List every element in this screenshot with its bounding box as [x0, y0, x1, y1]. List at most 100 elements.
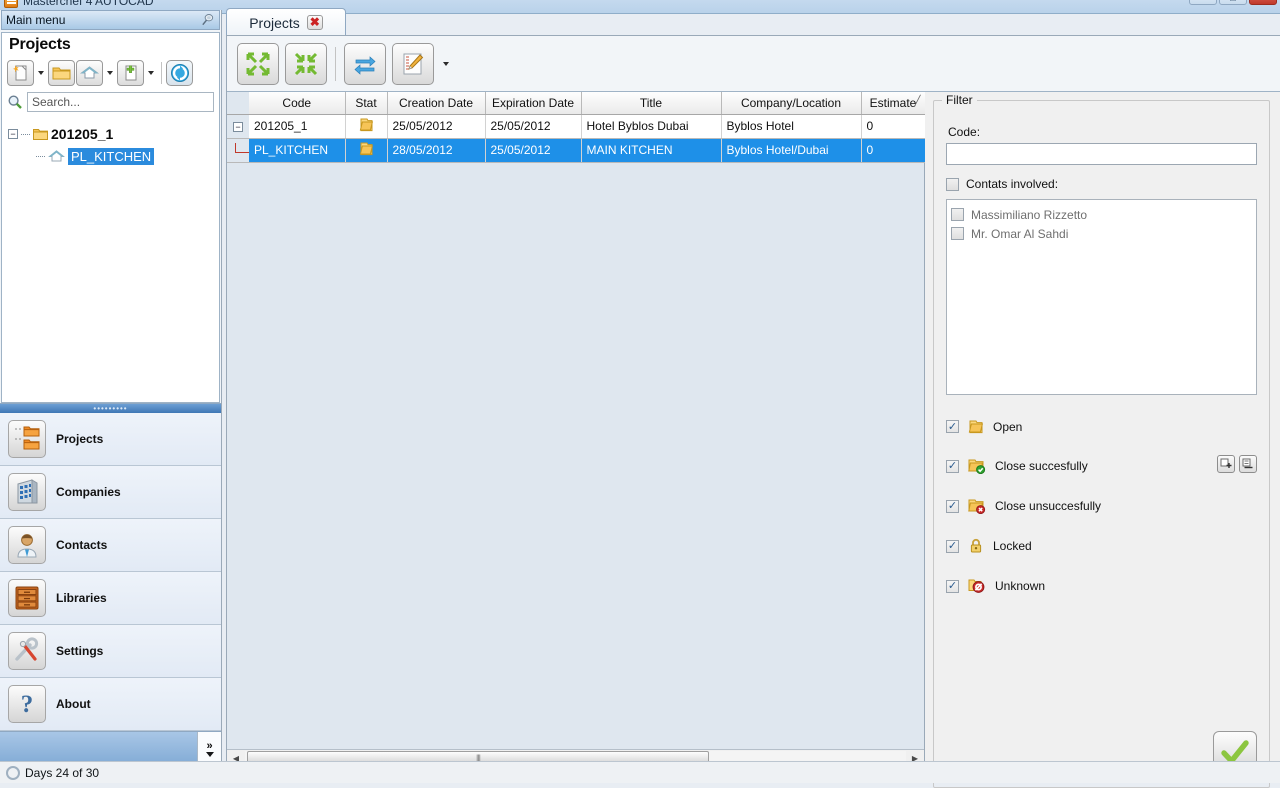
close-icon[interactable]: ✖ [306, 15, 323, 30]
search-row [1, 89, 220, 115]
row-expander-cell[interactable]: − [227, 114, 249, 139]
add-button[interactable] [117, 59, 144, 86]
sidebar-item-contacts[interactable]: Contacts [0, 519, 221, 572]
toolbar-separator [335, 46, 336, 81]
row-expander[interactable]: − [233, 122, 243, 133]
window-controls: – □ ✕ [1189, 0, 1277, 5]
refresh-button[interactable] [166, 59, 193, 86]
grid-and-filter: Code Stat Creation Date Expiration Date … [227, 92, 1280, 788]
close-successfully-checkbox[interactable]: ✓ [946, 459, 959, 473]
sidebar-item-label: About [56, 697, 91, 711]
add-dropdown[interactable] [145, 60, 157, 86]
select-all-button[interactable] [1217, 455, 1235, 474]
status-label: Close unsuccesfully [995, 499, 1102, 514]
contacts-list[interactable]: ✓ Massimiliano Rizzetto ✓ Mr. Omar Al Sa… [946, 199, 1257, 396]
list-item[interactable]: ✓ Massimiliano Rizzetto [951, 205, 1252, 224]
edit-dropdown[interactable] [440, 51, 452, 77]
collapse-all-button[interactable] [285, 42, 327, 85]
tree-expander[interactable]: − [8, 129, 18, 139]
home-button[interactable] [76, 59, 103, 86]
minimize-button[interactable]: – [1189, 0, 1217, 5]
projects-main-toolbar [227, 36, 1280, 93]
tree-node-root[interactable]: − 201205_1 [8, 123, 219, 145]
column-header-company-location[interactable]: Company/Location [721, 92, 862, 115]
locked-checkbox[interactable]: ✓ [946, 539, 959, 553]
main-menu-bar[interactable]: Main menu [1, 10, 220, 30]
home-dropdown[interactable] [104, 60, 116, 86]
close-unsuccessfully-checkbox[interactable]: ✓ [946, 499, 959, 513]
list-item[interactable]: ✓ Mr. Omar Al Sahdi [951, 224, 1252, 243]
maximize-button[interactable]: □ [1219, 0, 1247, 5]
folder-open-icon [968, 420, 984, 434]
cell-estimate: 0 [861, 138, 926, 163]
sidebar-nav: ••••••••• Projects Companies Contacts Li… [0, 403, 221, 768]
tree-connector-icon [235, 142, 249, 153]
cabinet-icon [8, 579, 46, 617]
deselect-all-button[interactable] [1239, 455, 1257, 474]
arrows-collapse-icon [294, 52, 318, 75]
projects-grid-pane: Code Stat Creation Date Expiration Date … [227, 92, 926, 766]
expand-all-button[interactable] [237, 42, 279, 85]
folder-check-icon [968, 459, 986, 475]
column-header-expiration-date[interactable]: Expiration Date [485, 92, 582, 115]
table-row[interactable]: − 201205_1 25/05/2012 25/05/2012 Hotel B… [227, 114, 926, 139]
tab-projects[interactable]: Projects ✖ [226, 8, 346, 36]
select-all-icon [1220, 458, 1232, 469]
sidebar-item-about[interactable]: ? About [0, 678, 221, 731]
tree-connector [36, 155, 45, 157]
status-filter-close-unsuccessfully[interactable]: ✓ Close unsuccesfully [946, 498, 1257, 515]
new-project-dropdown[interactable] [35, 60, 47, 86]
open-checkbox[interactable]: ✓ [946, 420, 959, 434]
folder-error-icon [968, 499, 986, 515]
column-header-creation-date[interactable]: Creation Date [387, 92, 486, 115]
status-filter-open[interactable]: ✓ Open [946, 419, 1257, 434]
application-window: Masterchef 4 AUTOCAD – □ ✕ Main menu Pro… [0, 0, 1280, 788]
open-folder-button[interactable] [48, 59, 75, 86]
tree-node-child[interactable]: PL_KITCHEN [8, 145, 219, 167]
home-icon [80, 65, 99, 78]
code-input[interactable] [946, 143, 1257, 166]
nav-grip-handle[interactable]: ••••••••• [0, 404, 221, 413]
status-filter-locked[interactable]: ✓ Locked [946, 538, 1257, 554]
tree-connector [21, 133, 30, 135]
question-mark-icon: ? [8, 685, 46, 723]
column-header-code[interactable]: Code [249, 92, 346, 115]
sidebar-item-settings[interactable]: Settings [0, 625, 221, 678]
sidebar-item-libraries[interactable]: Libraries [0, 572, 221, 625]
status-filter-unknown[interactable]: ✓ Unknown [946, 578, 1257, 594]
tools-icon [8, 632, 46, 670]
unknown-checkbox[interactable]: ✓ [946, 579, 959, 593]
sidebar-item-projects[interactable]: Projects [0, 413, 221, 466]
app-icon [4, 0, 18, 8]
refresh-button[interactable] [344, 42, 386, 85]
cell-code: 201205_1 [249, 114, 346, 139]
cell-status [345, 138, 388, 163]
folder-icon [52, 67, 71, 79]
chevron-down-icon [148, 70, 154, 75]
contact-name: Mr. Omar Al Sahdi [971, 226, 1069, 241]
contact-checkbox[interactable]: ✓ [951, 208, 964, 222]
contacts-involved-checkbox[interactable]: ✓ [946, 177, 959, 191]
projects-toolbar [1, 56, 220, 89]
pin-icon[interactable] [200, 13, 215, 28]
folder-open-icon [359, 142, 373, 156]
table-row[interactable]: PL_KITCHEN 28/05/2012 25/05/2012 MAIN KI… [227, 138, 926, 163]
person-icon [8, 526, 46, 564]
contacts-involved-row[interactable]: ✓ Contats involved: [946, 177, 1257, 191]
column-header-title[interactable]: Title [581, 92, 722, 115]
contact-checkbox[interactable]: ✓ [951, 227, 964, 241]
column-header-stat[interactable]: Stat [345, 92, 388, 115]
cell-creation-date: 25/05/2012 [387, 114, 486, 139]
status-filter-close-successfully[interactable]: ✓ Close succesfully [946, 458, 1257, 475]
status-label: Locked [993, 539, 1032, 554]
sidebar-item-companies[interactable]: Companies [0, 466, 221, 519]
new-project-button[interactable] [7, 59, 34, 86]
close-button[interactable]: ✕ [1249, 0, 1277, 5]
toolbar-separator [161, 61, 162, 84]
edit-button[interactable] [392, 42, 434, 85]
column-header-estimate[interactable]: Estimate ╱ [861, 92, 926, 115]
row-tree-connector-cell [227, 138, 249, 163]
panel-title: Projects [1, 32, 220, 56]
grid-corner [227, 92, 249, 115]
search-input[interactable] [27, 92, 214, 112]
